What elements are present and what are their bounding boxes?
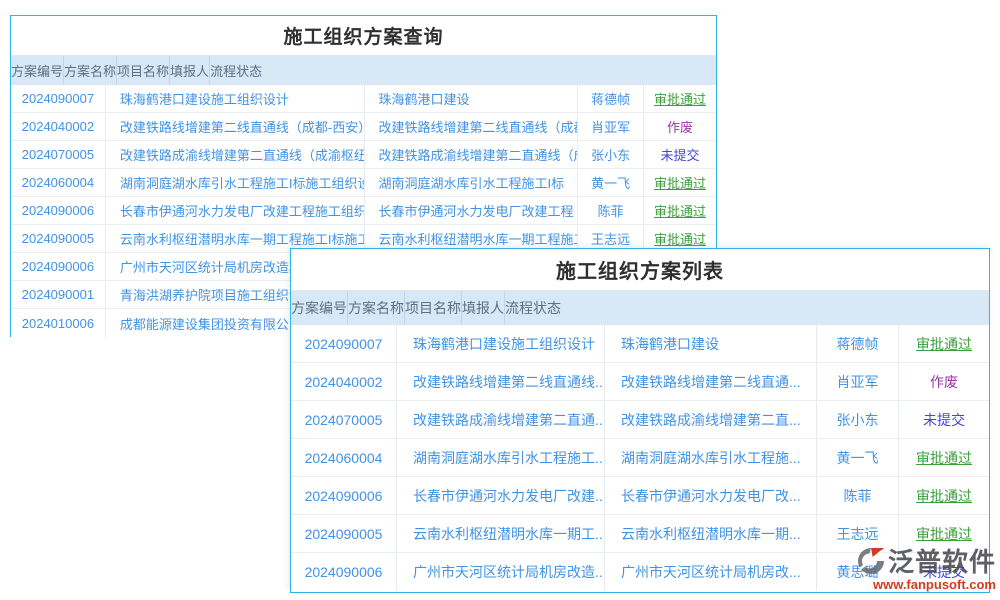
plan-name-cell: 珠海鹤港口建设施工组织设计	[106, 85, 365, 112]
status-badge: 审批通过	[644, 197, 716, 224]
plan-id-cell: 2024070005	[291, 401, 397, 438]
plan-name-cell: 湖南洞庭湖水库引水工程施工...	[397, 439, 605, 476]
status-badge: 审批通过	[899, 477, 989, 514]
table-row[interactable]: 2024060004 湖南洞庭湖水库引水工程施工... 湖南洞庭湖水库引水工程施…	[291, 439, 989, 477]
status-badge: 审批通过	[899, 325, 989, 362]
plan-name-cell: 珠海鹤港口建设施工组织设计	[397, 325, 605, 362]
status-badge: 审批通过	[899, 439, 989, 476]
reporter-cell: 张小东	[817, 401, 899, 438]
status-badge: 审批通过	[899, 515, 989, 552]
plan-name-cell: 改建铁路成渝线增建第二直通...	[397, 401, 605, 438]
project-cell: 改建铁路成渝线增建第二直...	[605, 401, 817, 438]
plan-id-cell: 2024040002	[291, 363, 397, 400]
plan-id-cell: 2024060004	[291, 439, 397, 476]
plan-id-cell: 2024090007	[291, 325, 397, 362]
plan-name-cell: 长春市伊通河水力发电厂改建工程施工组织设	[106, 197, 365, 224]
project-cell: 珠海鹤港口建设	[365, 85, 579, 112]
reporter-cell: 黄一飞	[578, 169, 644, 196]
project-cell: 改建铁路线增建第二线直通线（成都	[365, 113, 579, 140]
table-row[interactable]: 2024090006 广州市天河区统计局机房改造... 广州市天河区统计局机房改…	[291, 553, 989, 591]
column-header: 填报人	[170, 56, 210, 85]
table-row[interactable]: 2024090007 珠海鹤港口建设施工组织设计 珠海鹤港口建设 蒋德帧 审批通…	[11, 85, 716, 113]
status-badge: 未提交	[644, 141, 716, 168]
list-table-header: 方案编号 方案名称 项目名称 填报人 流程状态	[291, 291, 989, 325]
plan-id-cell: 2024090005	[291, 515, 397, 552]
column-header: 方案名称	[348, 291, 405, 325]
project-cell: 珠海鹤港口建设	[605, 325, 817, 362]
plan-id-cell: 2024090006	[11, 253, 106, 280]
column-header: 方案名称	[64, 56, 117, 85]
plan-id-cell: 2024090007	[11, 85, 106, 112]
reporter-cell: 王志远	[817, 515, 899, 552]
reporter-cell: 黄一飞	[817, 439, 899, 476]
reporter-cell: 张小东	[578, 141, 644, 168]
plan-id-cell: 2024090006	[11, 197, 106, 224]
plan-id-cell: 2024090006	[291, 477, 397, 514]
list-table-body: 2024090007 珠海鹤港口建设施工组织设计 珠海鹤港口建设 蒋德帧 审批通…	[291, 325, 989, 591]
reporter-cell: 肖亚军	[817, 363, 899, 400]
reporter-cell: 蒋德帧	[817, 325, 899, 362]
table-row[interactable]: 2024090007 珠海鹤港口建设施工组织设计 珠海鹤港口建设 蒋德帧 审批通…	[291, 325, 989, 363]
list-table-panel: 施工组织方案列表 方案编号 方案名称 项目名称 填报人 流程状态 2024090…	[290, 248, 990, 593]
table-row[interactable]: 2024090006 长春市伊通河水力发电厂改建... 长春市伊通河水力发电厂改…	[291, 477, 989, 515]
status-badge: 审批通过	[644, 169, 716, 196]
plan-name-cell: 广州市天河区统计局机房改造...	[397, 553, 605, 591]
page: 施工组织方案查询 方案编号 方案名称 项目名称 填报人 流程状态 2024090…	[0, 0, 1000, 600]
plan-id-cell: 2024090001	[11, 281, 106, 308]
table-row[interactable]: 2024090006 长春市伊通河水力发电厂改建工程施工组织设 长春市伊通河水力…	[11, 197, 716, 225]
project-cell: 长春市伊通河水力发电厂改...	[605, 477, 817, 514]
table-row[interactable]: 2024040002 改建铁路线增建第二线直通线（成都-西安）电 改建铁路线增建…	[11, 113, 716, 141]
table-row[interactable]: 2024060004 湖南洞庭湖水库引水工程施工I标施工组织设计 湖南洞庭湖水库…	[11, 169, 716, 197]
plan-name-cell: 改建铁路线增建第二线直通线（成都-西安）电	[106, 113, 365, 140]
plan-id-cell: 2024070005	[11, 141, 106, 168]
column-header: 流程状态	[505, 291, 561, 325]
reporter-cell: 蒋德帧	[578, 85, 644, 112]
table-row[interactable]: 2024040002 改建铁路线增建第二线直通线... 改建铁路线增建第二线直通…	[291, 363, 989, 401]
project-cell: 云南水利枢纽潜明水库一期...	[605, 515, 817, 552]
status-badge: 作废	[644, 113, 716, 140]
reporter-cell: 肖亚军	[578, 113, 644, 140]
column-header: 方案编号	[291, 291, 348, 325]
table-row[interactable]: 2024090005 云南水利枢纽潜明水库一期工... 云南水利枢纽潜明水库一期…	[291, 515, 989, 553]
plan-id-cell: 2024010006	[11, 309, 106, 337]
project-cell: 湖南洞庭湖水库引水工程施工I标	[365, 169, 579, 196]
plan-name-cell: 改建铁路线增建第二线直通线...	[397, 363, 605, 400]
column-header: 项目名称	[117, 56, 170, 85]
plan-name-cell: 湖南洞庭湖水库引水工程施工I标施工组织设计	[106, 169, 365, 196]
status-badge: 审批通过	[644, 85, 716, 112]
plan-id-cell: 2024090005	[11, 225, 106, 252]
column-header: 项目名称	[405, 291, 462, 325]
reporter-cell: 陈菲	[578, 197, 644, 224]
plan-id-cell: 2024060004	[11, 169, 106, 196]
status-badge: 未提交	[899, 553, 989, 591]
query-table-header: 方案编号 方案名称 项目名称 填报人 流程状态	[11, 56, 716, 85]
plan-name-cell: 改建铁路成渝线增建第二直通线（成渝枢纽）	[106, 141, 365, 168]
status-badge: 未提交	[899, 401, 989, 438]
column-header: 填报人	[462, 291, 505, 325]
column-header: 方案编号	[11, 56, 64, 85]
table-row[interactable]: 2024070005 改建铁路成渝线增建第二直通线（成渝枢纽） 改建铁路成渝线增…	[11, 141, 716, 169]
list-table-title: 施工组织方案列表	[291, 249, 989, 291]
project-cell: 改建铁路线增建第二线直通...	[605, 363, 817, 400]
query-table-title: 施工组织方案查询	[11, 16, 716, 56]
project-cell: 广州市天河区统计局机房改...	[605, 553, 817, 591]
plan-id-cell: 2024040002	[11, 113, 106, 140]
plan-name-cell: 云南水利枢纽潜明水库一期工...	[397, 515, 605, 552]
project-cell: 改建铁路成渝线增建第二直通线（成	[365, 141, 579, 168]
plan-name-cell: 长春市伊通河水力发电厂改建...	[397, 477, 605, 514]
column-header: 流程状态	[210, 56, 262, 85]
status-badge: 作废	[899, 363, 989, 400]
project-cell: 长春市伊通河水力发电厂改建工程	[365, 197, 579, 224]
table-row[interactable]: 2024070005 改建铁路成渝线增建第二直通... 改建铁路成渝线增建第二直…	[291, 401, 989, 439]
reporter-cell: 陈菲	[817, 477, 899, 514]
project-cell: 湖南洞庭湖水库引水工程施...	[605, 439, 817, 476]
plan-id-cell: 2024090006	[291, 553, 397, 591]
reporter-cell: 黄思璐	[817, 553, 899, 591]
